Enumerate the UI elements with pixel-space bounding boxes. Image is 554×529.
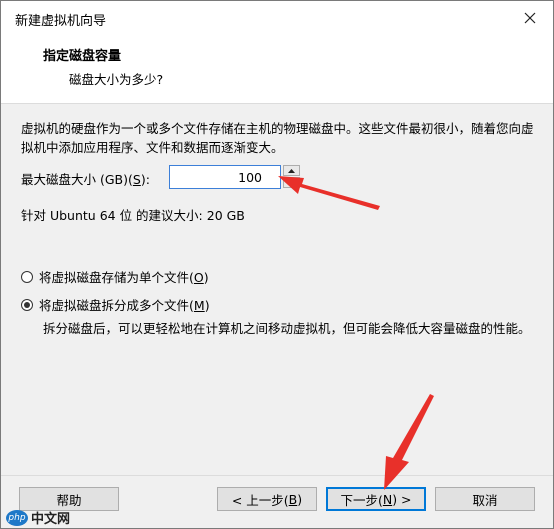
option-single-file[interactable]: 将虚拟磁盘存储为单个文件(O) [21,267,209,286]
watermark-text: 中文网 [31,512,71,527]
cancel-button[interactable]: 取消 [435,487,535,511]
close-button[interactable] [507,1,553,35]
disk-description: 虚拟机的硬盘作为一个或多个文件存储在主机的物理磁盘中。这些文件最初很小，随着您向… [21,121,534,155]
window-title: 新建虚拟机向导 [15,14,107,29]
option-single-file-label: 将虚拟磁盘存储为单个文件(O) [39,270,209,285]
page-title: 指定磁盘容量 [43,49,122,64]
disk-size-input-box[interactable] [169,165,281,189]
option-split-files[interactable]: 将虚拟磁盘拆分成多个文件(M) [21,295,210,314]
split-description: 拆分磁盘后，可以更轻松地在计算机之间移动虚拟机，但可能会降低大容量磁盘的性能。 [43,321,531,336]
back-button[interactable]: < 上一步(B) [217,487,317,511]
triangle-up-icon [288,168,295,173]
spin-down-button[interactable] [283,177,300,188]
disk-size-label: 最大磁盘大小 (GB)(S): [21,172,150,187]
triangle-down-icon [288,180,295,185]
close-icon [524,12,536,24]
disk-size-row: 最大磁盘大小 (GB)(S): [21,165,321,191]
wizard-window: 新建虚拟机向导 指定磁盘容量 磁盘大小为多少? 虚拟机的硬盘作为一个或多个文件存… [0,0,554,529]
php-logo: php [6,509,28,526]
watermark: php 中文网 [6,508,70,527]
title-bar: 新建虚拟机向导 [1,1,553,35]
radio-selected-dot [24,301,30,308]
recommended-size: 针对 Ubuntu 64 位 的建议大小: 20 GB [21,208,245,223]
next-button[interactable]: 下一步(N) > [326,487,426,511]
radio-single-file[interactable] [21,270,33,283]
spin-up-button[interactable] [283,165,300,176]
disk-size-input[interactable] [172,168,264,186]
radio-split-files[interactable] [21,298,33,311]
page-subtitle: 磁盘大小为多少? [69,72,164,87]
footer-divider [1,475,553,476]
option-split-files-label: 将虚拟磁盘拆分成多个文件(M) [39,298,210,313]
disk-size-stepper[interactable] [283,165,301,189]
wizard-header: 指定磁盘容量 磁盘大小为多少? [1,35,553,104]
